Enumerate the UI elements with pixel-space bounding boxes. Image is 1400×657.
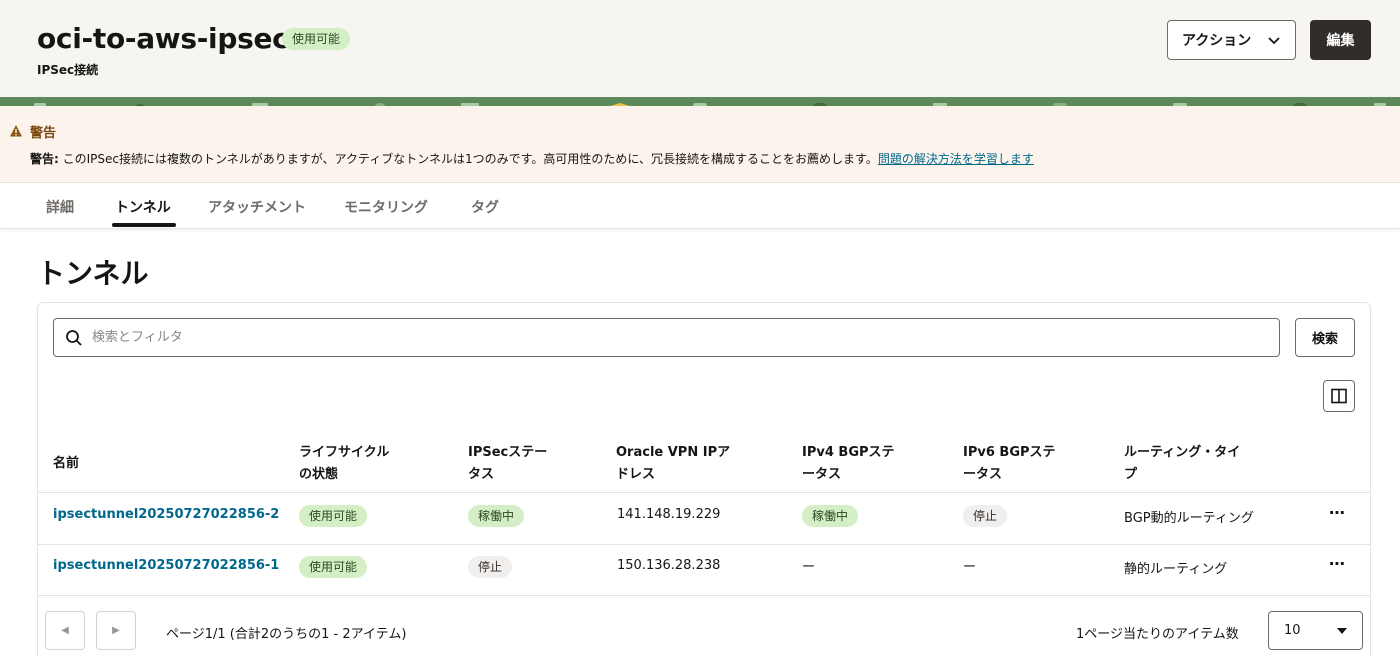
table-cell-ipv4-bgp: ー bbox=[802, 560, 816, 575]
lifecycle-badge: 使用可能 bbox=[299, 556, 368, 578]
table-cell-routing: BGP動的ルーティング bbox=[1124, 511, 1254, 526]
header-text: プ bbox=[1124, 467, 1138, 482]
pagination-summary: ページ1/1 (合計2のうちの1 - 2アイテム) bbox=[166, 627, 407, 642]
search-input[interactable] bbox=[92, 320, 1272, 355]
column-settings-button[interactable] bbox=[1323, 380, 1355, 412]
search-button[interactable]: 検索 bbox=[1295, 318, 1355, 357]
table-cell-ipsec-status: 停止 bbox=[468, 556, 513, 578]
table-divider bbox=[38, 544, 1370, 545]
header-text: ータス bbox=[963, 467, 1003, 482]
table-cell-lifecycle: 使用可能 bbox=[299, 556, 368, 578]
table-cell-ipv4-bgp: 稼働中 bbox=[802, 505, 859, 527]
tab-tunnels[interactable]: トンネル bbox=[115, 197, 171, 217]
table-cell-ipv6-bgp: 停止 bbox=[963, 505, 1008, 527]
header-text: IPv6 BGPステ bbox=[963, 445, 1056, 460]
table-cell-vpn-ip: 150.136.28.238 bbox=[617, 558, 721, 573]
table-cell-ipsec-status: 稼働中 bbox=[468, 505, 525, 527]
search-icon bbox=[66, 330, 82, 346]
section-title: トンネル bbox=[37, 257, 149, 290]
actions-label: アクション bbox=[1182, 33, 1252, 49]
warning-icon bbox=[10, 125, 22, 137]
actions-menu-button[interactable]: アクション bbox=[1167, 20, 1296, 60]
column-header-vpn-ip[interactable]: Oracle VPN IPア ドレス bbox=[616, 442, 730, 486]
header-text: ドレス bbox=[616, 467, 656, 482]
table-cell-ipv6-bgp: ー bbox=[963, 560, 977, 575]
ipsec-status-badge: 停止 bbox=[468, 556, 513, 578]
header-text: Oracle VPN IPア bbox=[616, 445, 731, 460]
page-title: oci-to-aws-ipsec bbox=[37, 22, 289, 55]
tab-bar: 詳細 トンネル アタッチメント モニタリング タグ bbox=[0, 183, 1400, 229]
warning-prefix: 警告: bbox=[30, 152, 59, 166]
per-page-select[interactable]: 10 bbox=[1268, 611, 1363, 650]
table-cell-vpn-ip: 141.148.19.229 bbox=[617, 507, 721, 522]
decorative-banner bbox=[0, 97, 1400, 106]
column-header-name[interactable]: 名前 bbox=[53, 453, 79, 475]
tab-attachments[interactable]: アタッチメント bbox=[208, 197, 306, 217]
caret-down-icon bbox=[1337, 627, 1347, 634]
lifecycle-badge: 使用可能 bbox=[299, 505, 368, 527]
ipsec-status-badge: 稼働中 bbox=[468, 505, 525, 527]
header-text: ルーティング・タイ bbox=[1124, 445, 1241, 460]
row-actions-button[interactable]: ⋯ bbox=[1329, 503, 1346, 522]
header-text: ータス bbox=[802, 467, 842, 482]
previous-page-button[interactable]: ◀ bbox=[45, 611, 85, 650]
caret-left-icon: ◀ bbox=[61, 625, 69, 636]
column-header-lifecycle[interactable]: ライフサイクル の状態 bbox=[299, 442, 389, 486]
table-cell-routing: 静的ルーティング bbox=[1124, 562, 1228, 577]
column-header-routing[interactable]: ルーティング・タイプ bbox=[1124, 442, 1240, 486]
warning-body: このIPSec接続には複数のトンネルがありますが、アクティブなトンネルは1つのみ… bbox=[58, 152, 878, 166]
table-divider bbox=[38, 492, 1370, 493]
per-page-label: 1ページ当たりのアイテム数 bbox=[1076, 627, 1239, 642]
columns-icon bbox=[1331, 388, 1347, 404]
ipv6-bgp-badge: 停止 bbox=[963, 505, 1008, 527]
active-tab-indicator bbox=[112, 223, 176, 227]
tunnel-name-link[interactable]: ipsectunnel20250727022856-1 bbox=[53, 558, 279, 573]
tab-monitoring[interactable]: モニタリング bbox=[344, 197, 428, 217]
warning-banner bbox=[0, 106, 1400, 183]
row-actions-button[interactable]: ⋯ bbox=[1329, 554, 1346, 573]
header-text: タス bbox=[468, 467, 495, 482]
chevron-down-icon bbox=[1268, 37, 1280, 45]
caret-right-icon: ▶ bbox=[112, 625, 120, 636]
next-page-button[interactable]: ▶ bbox=[96, 611, 136, 650]
tab-details[interactable]: 詳細 bbox=[46, 197, 74, 217]
page-subtitle: IPSec接続 bbox=[37, 63, 99, 77]
header-text: ライフサイクル bbox=[299, 445, 390, 460]
table-divider bbox=[38, 595, 1370, 596]
edit-button[interactable]: 編集 bbox=[1310, 20, 1371, 60]
tab-tags[interactable]: タグ bbox=[471, 197, 499, 217]
column-header-ipv6-bgp[interactable]: IPv6 BGPステ ータス bbox=[963, 442, 1056, 486]
table-cell-lifecycle: 使用可能 bbox=[299, 505, 368, 527]
status-badge: 使用可能 bbox=[282, 28, 351, 50]
troubleshoot-link[interactable]: 問題の解決方法を学習します bbox=[878, 152, 1034, 166]
tunnel-name-link[interactable]: ipsectunnel20250727022856-2 bbox=[53, 507, 279, 522]
warning-title: 警告 bbox=[30, 126, 57, 141]
header-text: IPv4 BGPステ bbox=[802, 445, 895, 460]
ipv4-bgp-badge: 稼働中 bbox=[802, 505, 859, 527]
column-header-ipv4-bgp[interactable]: IPv4 BGPステ ータス bbox=[802, 442, 895, 486]
column-header-ipsec-status[interactable]: IPSecステー タス bbox=[468, 442, 547, 486]
per-page-value: 10 bbox=[1284, 623, 1301, 638]
header-text: IPSecステー bbox=[468, 445, 548, 460]
warning-message: 警告: このIPSec接続には複数のトンネルがありますが、アクティブなトンネルは… bbox=[30, 150, 1034, 167]
header-text: の状態 bbox=[299, 467, 339, 482]
header-text: 名前 bbox=[53, 456, 80, 471]
